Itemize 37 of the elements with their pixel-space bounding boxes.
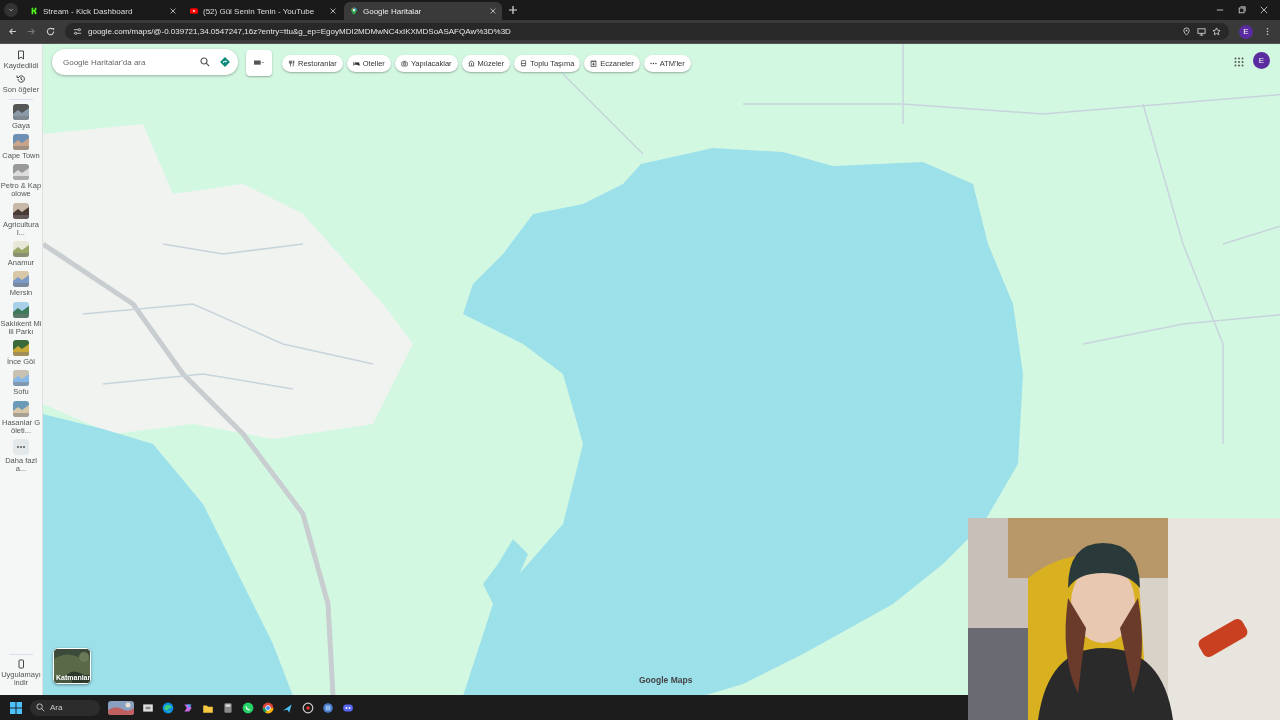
windows-start-icon[interactable]	[10, 701, 22, 714]
play-logo-icon	[190, 7, 198, 15]
location-icon[interactable]	[1182, 27, 1191, 36]
task-view-icon[interactable]	[142, 701, 154, 714]
address-bar[interactable]: google.com/maps/@-0.039721,34.0547247,16z?entry=ttu&g_ep=EgoyMDI2MDMwNC4xIKXMDSoASAFQAw%3D%3D	[65, 23, 1229, 40]
back-icon[interactable]	[8, 27, 17, 36]
install-app-icon[interactable]	[1197, 27, 1206, 36]
close-icon[interactable]	[330, 8, 336, 14]
record-icon[interactable]	[302, 701, 314, 714]
calculator-icon[interactable]	[222, 701, 234, 714]
browser-tab[interactable]: Google Haritalar	[344, 2, 502, 20]
close-icon[interactable]	[170, 8, 176, 14]
forward-icon[interactable]	[27, 27, 36, 36]
search-icon	[36, 703, 45, 712]
site-settings-icon[interactable]	[73, 27, 82, 36]
close-icon[interactable]	[490, 8, 496, 14]
bookmark-icon	[16, 50, 26, 60]
caret-icon	[7, 6, 15, 14]
minimize-icon[interactable]	[1216, 6, 1224, 14]
restore-icon[interactable]	[1238, 6, 1246, 14]
chrome-browser-icon[interactable]	[262, 701, 274, 714]
reload-icon[interactable]	[46, 27, 55, 36]
history-icon	[16, 74, 26, 85]
paper-plane-icon[interactable]	[282, 701, 294, 714]
discord-icon[interactable]	[342, 701, 354, 714]
app-icon[interactable]	[322, 701, 334, 714]
kick-logo-icon	[30, 7, 38, 15]
bookmark-star-icon[interactable]	[1212, 27, 1221, 36]
taskbar-search-field[interactable]: Ara	[30, 699, 100, 716]
profile-avatar[interactable]: E	[1239, 24, 1253, 39]
browser-tab[interactable]: Stream - Kick Dashboard	[24, 2, 182, 20]
map-pin-icon	[350, 7, 358, 15]
browser-tab[interactable]: (52) Gül Senin Tenin - YouTube	[184, 2, 342, 20]
close-icon[interactable]	[1260, 6, 1268, 14]
chat-icon[interactable]	[242, 701, 254, 714]
new-tab-icon[interactable]	[508, 5, 518, 15]
phone-icon	[16, 658, 26, 669]
